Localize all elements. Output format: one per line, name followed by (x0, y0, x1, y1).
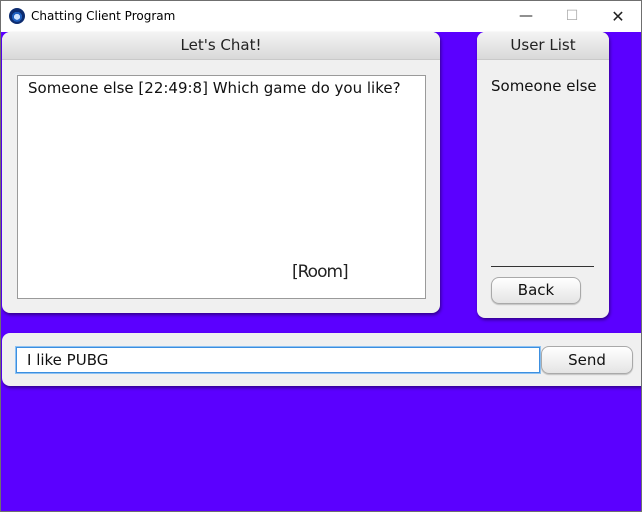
chat-message: Someone else [22:49:8] Which game do you… (28, 79, 401, 97)
chat-message-area[interactable]: Someone else [22:49:8] Which game do you… (17, 75, 426, 299)
back-button[interactable]: Back (491, 277, 581, 304)
user-list-divider (491, 266, 594, 267)
close-button[interactable]: ✕ (595, 1, 641, 32)
message-input[interactable] (16, 347, 540, 373)
user-list-panel: User List Someone else Back (477, 32, 609, 318)
maximize-button[interactable]: ☐ (549, 1, 595, 32)
chat-panel-title: Let's Chat! (2, 32, 440, 60)
user-list-title: User List (477, 32, 609, 60)
app-logo-icon (9, 8, 25, 24)
user-list-item[interactable]: Someone else (491, 77, 597, 95)
title-bar: Chatting Client Program — ☐ ✕ (1, 1, 641, 32)
room-label: [Room] (292, 262, 349, 282)
window-title: Chatting Client Program (31, 9, 176, 23)
message-input-bar: Send (2, 333, 641, 386)
chat-panel: Let's Chat! Someone else [22:49:8] Which… (2, 32, 440, 313)
send-button[interactable]: Send (541, 346, 633, 374)
minimize-button[interactable]: — (503, 1, 549, 32)
app-window: Chatting Client Program — ☐ ✕ Let's Chat… (0, 0, 642, 512)
